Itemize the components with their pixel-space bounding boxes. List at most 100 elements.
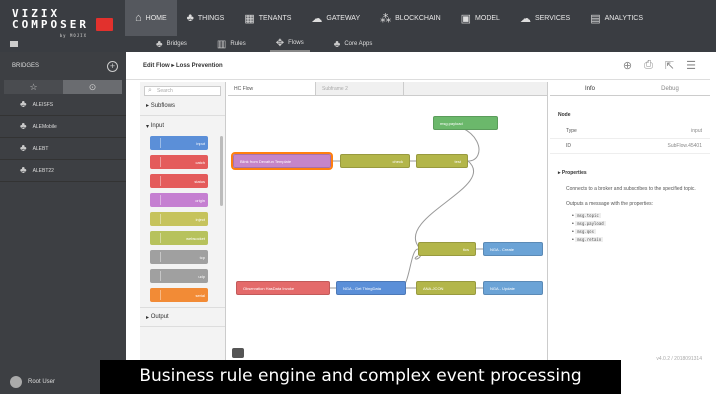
nav-label: SERVICES xyxy=(534,14,571,22)
rules-icon: ▥ xyxy=(216,38,227,50)
nav-label: BLOCKCHAIN xyxy=(395,14,441,22)
palette-node-serial[interactable]: serial xyxy=(150,288,208,302)
flow-node-nga-get[interactable]: NGA - Get ThingData xyxy=(336,281,406,295)
tab-recent[interactable]: ⊙ xyxy=(63,80,122,94)
properties-heading[interactable]: ▸ Properties xyxy=(550,154,710,182)
print-icon[interactable]: ⎙ xyxy=(644,59,653,72)
flow-node-msg-payload[interactable]: msg.payload xyxy=(433,116,498,130)
bridge-icon: ♣ xyxy=(20,99,27,110)
palette-node-label: tcp xyxy=(199,254,205,260)
nav-gateway[interactable]: ☁ GATEWAY xyxy=(301,0,370,36)
palette-node-inject[interactable]: inject xyxy=(150,212,208,226)
cloud-icon: ☁ xyxy=(311,12,323,25)
model-icon: ▣ xyxy=(460,12,472,25)
node-icon xyxy=(153,214,161,224)
app-logo[interactable]: VIZIX COMPOSER by MOJIX xyxy=(12,8,89,41)
palette-node-label: status xyxy=(194,178,205,184)
export-icon[interactable]: ⇱ xyxy=(665,59,674,72)
bridges-sidebar: BRIDGES + ☆ ⊙ ♣ ALEISFS ♣ ALEMobile ♣ ALEBT ♣ A… xyxy=(0,52,126,394)
tab-favorites[interactable]: ☆ xyxy=(4,80,63,94)
nav-services[interactable]: ☁ SERVICES xyxy=(510,0,580,36)
canvas-nav-button[interactable] xyxy=(232,348,244,358)
video-caption: Business rule engine and complex event p… xyxy=(100,360,621,394)
bridge-icon: ♣ xyxy=(20,165,27,176)
sidebar-item-bridge[interactable]: ♣ ALEBT22 xyxy=(0,160,126,182)
subnav-rules[interactable]: ▥ Rules xyxy=(211,36,252,52)
tab-debug[interactable]: Debug xyxy=(630,82,710,95)
wires xyxy=(330,122,483,289)
nav-model[interactable]: ▣ MODEL xyxy=(451,0,510,36)
subnav-bridges[interactable]: ♣ Bridges xyxy=(150,36,193,52)
palette-search-input[interactable]: Search xyxy=(144,86,221,96)
sidebar-item-bridge[interactable]: ♣ ALEISFS xyxy=(0,94,126,116)
flow-node-blink-template[interactable]: Blink from Devafun Template xyxy=(231,152,333,170)
nav-things[interactable]: ♣ THINGS xyxy=(177,0,235,36)
palette-node-origin[interactable]: origin xyxy=(150,193,208,207)
node-icon xyxy=(153,176,161,186)
palette-node-catch[interactable]: catch xyxy=(150,155,208,169)
palette-node-label: origin xyxy=(195,197,205,203)
id-value: SubFlow.45401 xyxy=(667,143,702,149)
category-input[interactable]: ▾ Input xyxy=(140,116,225,136)
sidebar-item-label: ALEBT22 xyxy=(32,167,54,174)
node-icon xyxy=(153,157,161,167)
bridge-icon: ♣ xyxy=(20,143,27,154)
id-key: ID xyxy=(566,143,571,149)
subnav-core-apps[interactable]: ♣ Core Apps xyxy=(328,36,379,52)
tab-info[interactable]: Info xyxy=(550,82,630,95)
flow-node-test[interactable]: test xyxy=(416,154,468,168)
property-list: msg.topic msg.payload msg.qos msg.retain xyxy=(550,212,710,244)
palette-node-label: udp xyxy=(198,273,205,279)
nav-label: GATEWAY xyxy=(326,14,361,22)
category-subflows[interactable]: ▸ Subflows xyxy=(140,96,225,116)
info-row-type: Type input xyxy=(550,124,710,139)
tab-flow-1[interactable]: HC Flow xyxy=(228,82,316,95)
node-icon xyxy=(153,138,161,148)
flow-node-tics[interactable]: tics xyxy=(418,242,476,256)
user-name: Root User xyxy=(28,379,56,385)
flow-canvas[interactable]: msg.payload Blink from Devafun Template … xyxy=(228,96,548,364)
avatar xyxy=(10,376,22,388)
add-icon[interactable]: + xyxy=(107,60,118,72)
output-label: Output xyxy=(150,314,169,320)
core-apps-icon: ♣ xyxy=(333,38,341,50)
flow-node-check[interactable]: check xyxy=(340,154,410,168)
list-item: msg.topic xyxy=(572,212,710,220)
sidebar-item-bridge[interactable]: ♣ ALEBT xyxy=(0,138,126,160)
zoom-icon[interactable]: ⊕ xyxy=(623,59,632,72)
palette-node-label: catch xyxy=(195,159,205,165)
nav-blockchain[interactable]: ⁂ BLOCKCHAIN xyxy=(370,0,451,36)
sidebar-item-bridge[interactable]: ♣ ALEMobile xyxy=(0,116,126,138)
flow-node-nga-create[interactable]: NGA - Create xyxy=(483,242,543,256)
palette-node-udp[interactable]: udp xyxy=(150,269,208,283)
node-palette: Search ▸ Subflows ▾ Input input catch stat… xyxy=(140,82,226,364)
palette-node-input[interactable]: input xyxy=(150,136,208,150)
logo-sub: by MOJIX xyxy=(59,33,87,38)
menu-lines-icon[interactable]: ☰ xyxy=(686,59,696,72)
nav-tenants[interactable]: ▦ TENANTS xyxy=(234,0,301,36)
flow-node-ana-jcon[interactable]: ANA-JCON xyxy=(416,281,476,295)
palette-node-tcp[interactable]: tcp xyxy=(150,250,208,264)
info-panel: Info Debug Node Type input ID SubFlow.45… xyxy=(550,82,710,364)
category-output[interactable]: ▸ Output xyxy=(140,307,225,327)
list-item: msg.qos xyxy=(572,228,710,236)
tab-flow-2[interactable]: Subframe 2 xyxy=(316,82,404,95)
sidebar-item-label: ALEBT xyxy=(32,145,49,152)
nav-analytics[interactable]: ▤ ANALYTICS xyxy=(580,0,653,36)
palette-node-status[interactable]: status xyxy=(150,174,208,188)
flow-workspace: HC Flow Subframe 2 msg.payload Blink fro… xyxy=(228,82,548,364)
subnav-label: Rules xyxy=(230,41,246,47)
blockchain-icon: ⁂ xyxy=(380,12,392,25)
input-label: Input xyxy=(150,123,165,129)
menu-icon[interactable] xyxy=(10,41,18,47)
palette-scrollbar[interactable] xyxy=(220,136,223,206)
flows-icon: ✥ xyxy=(275,37,285,49)
bridge-list: ♣ ALEISFS ♣ ALEMobile ♣ ALEBT ♣ ALEBT22 xyxy=(0,94,126,182)
user-menu[interactable]: Root User xyxy=(10,376,55,388)
nav-label: THINGS xyxy=(197,14,225,22)
nav-home[interactable]: ⌂ HOME xyxy=(125,0,177,36)
flow-node-observation[interactable]: Observation HasData Invoke xyxy=(236,281,330,295)
palette-node-websocket[interactable]: websocket xyxy=(150,231,208,245)
subnav-flows[interactable]: ✥ Flows xyxy=(269,36,310,52)
flow-node-nga-update[interactable]: NGA - Update xyxy=(483,281,543,295)
